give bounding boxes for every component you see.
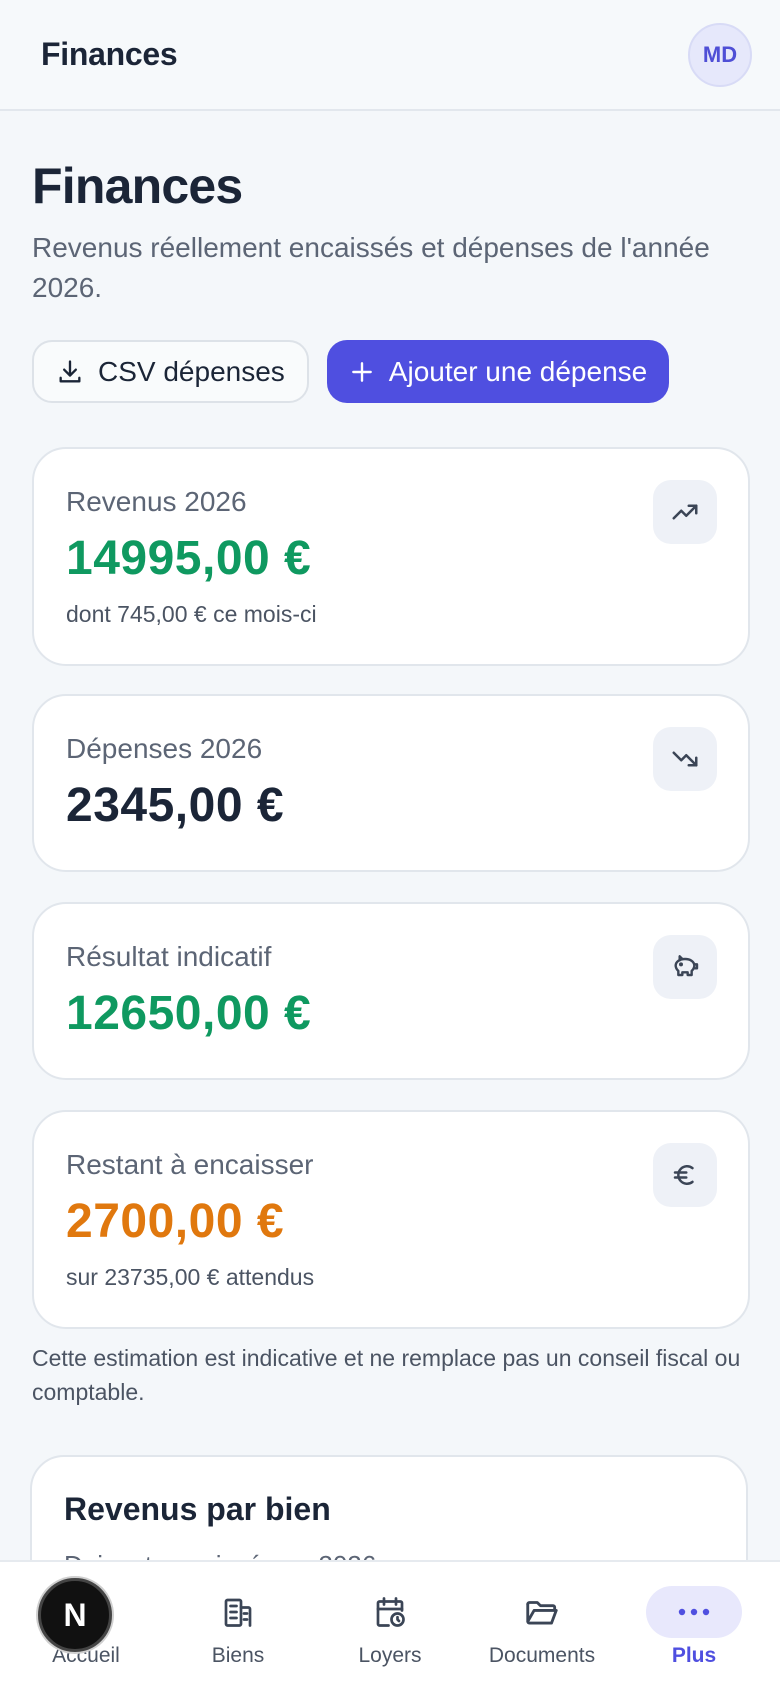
pending-value: 2700,00 € (66, 1195, 285, 1248)
action-bar: CSV dépenses Ajouter une dépense (32, 340, 750, 403)
pending-label: Restant à encaisser (66, 1149, 314, 1180)
nav-pill-wrap (646, 1586, 742, 1638)
floating-n-badge[interactable]: N (38, 1578, 112, 1652)
calendar-clock-icon (372, 1586, 408, 1638)
nav-item-loyers[interactable]: Loyers (320, 1586, 460, 1668)
building-icon (220, 1586, 256, 1638)
piggy-bank-icon (653, 935, 717, 999)
app-title: Finances (41, 36, 178, 72)
nav-label-plus: Plus (671, 1644, 717, 1667)
revenue-card: Revenus 2026 14995,00 € dont 745,00 € ce… (32, 447, 750, 666)
expenses-value: 2345,00 € (66, 779, 285, 832)
avatar[interactable]: MD (688, 22, 752, 87)
revenue-label: Revenus 2026 (66, 486, 247, 517)
euro-icon (653, 1143, 717, 1207)
disclaimer-text: Cette estimation est indicative et ne re… (32, 1345, 741, 1405)
nav-item-plus[interactable]: Plus (624, 1586, 764, 1668)
nav-item-biens[interactable]: Biens (168, 1586, 308, 1668)
nav-label-documents: Documents (488, 1644, 596, 1667)
expenses-label: Dépenses 2026 (66, 733, 263, 764)
nav-label-loyers: Loyers (358, 1644, 422, 1667)
pending-note: sur 23735,00 € attendus (66, 1264, 315, 1290)
nav-label-biens: Biens (211, 1644, 265, 1667)
csv-export-button[interactable]: CSV dépenses (32, 340, 309, 403)
top-bar: Finances MD (0, 0, 780, 111)
revenue-note: dont 745,00 € ce mois-ci (66, 601, 317, 627)
folder-icon (523, 1586, 561, 1638)
bottom-navigation: Accueil Biens Loyers Documents Plus (0, 1560, 780, 1688)
trending-up-icon (653, 480, 717, 544)
section-title: Revenus par bien (64, 1491, 331, 1527)
add-expense-button[interactable]: Ajouter une dépense (326, 340, 670, 403)
nav-item-documents[interactable]: Documents (472, 1586, 612, 1668)
result-card: Résultat indicatif 12650,00 € (32, 902, 750, 1080)
main-content: Finances Revenus réellement encaissés et… (32, 111, 750, 1409)
trending-down-icon (653, 727, 717, 791)
result-value: 12650,00 € (66, 987, 312, 1040)
plus-icon (349, 359, 375, 385)
revenue-value: 14995,00 € (66, 532, 312, 585)
page-title: Finances (32, 158, 243, 214)
add-expense-label: Ajouter une dépense (388, 355, 648, 387)
more-icon (646, 1586, 742, 1638)
result-label: Résultat indicatif (66, 941, 272, 972)
download-icon (56, 358, 84, 386)
page-subtitle: Revenus réellement encaissés et dépenses… (32, 232, 710, 303)
csv-export-label: CSV dépenses (98, 355, 285, 387)
expenses-card: Dépenses 2026 2345,00 € (32, 694, 750, 872)
pending-card: Restant à encaisser 2700,00 € sur 23735,… (32, 1110, 750, 1329)
